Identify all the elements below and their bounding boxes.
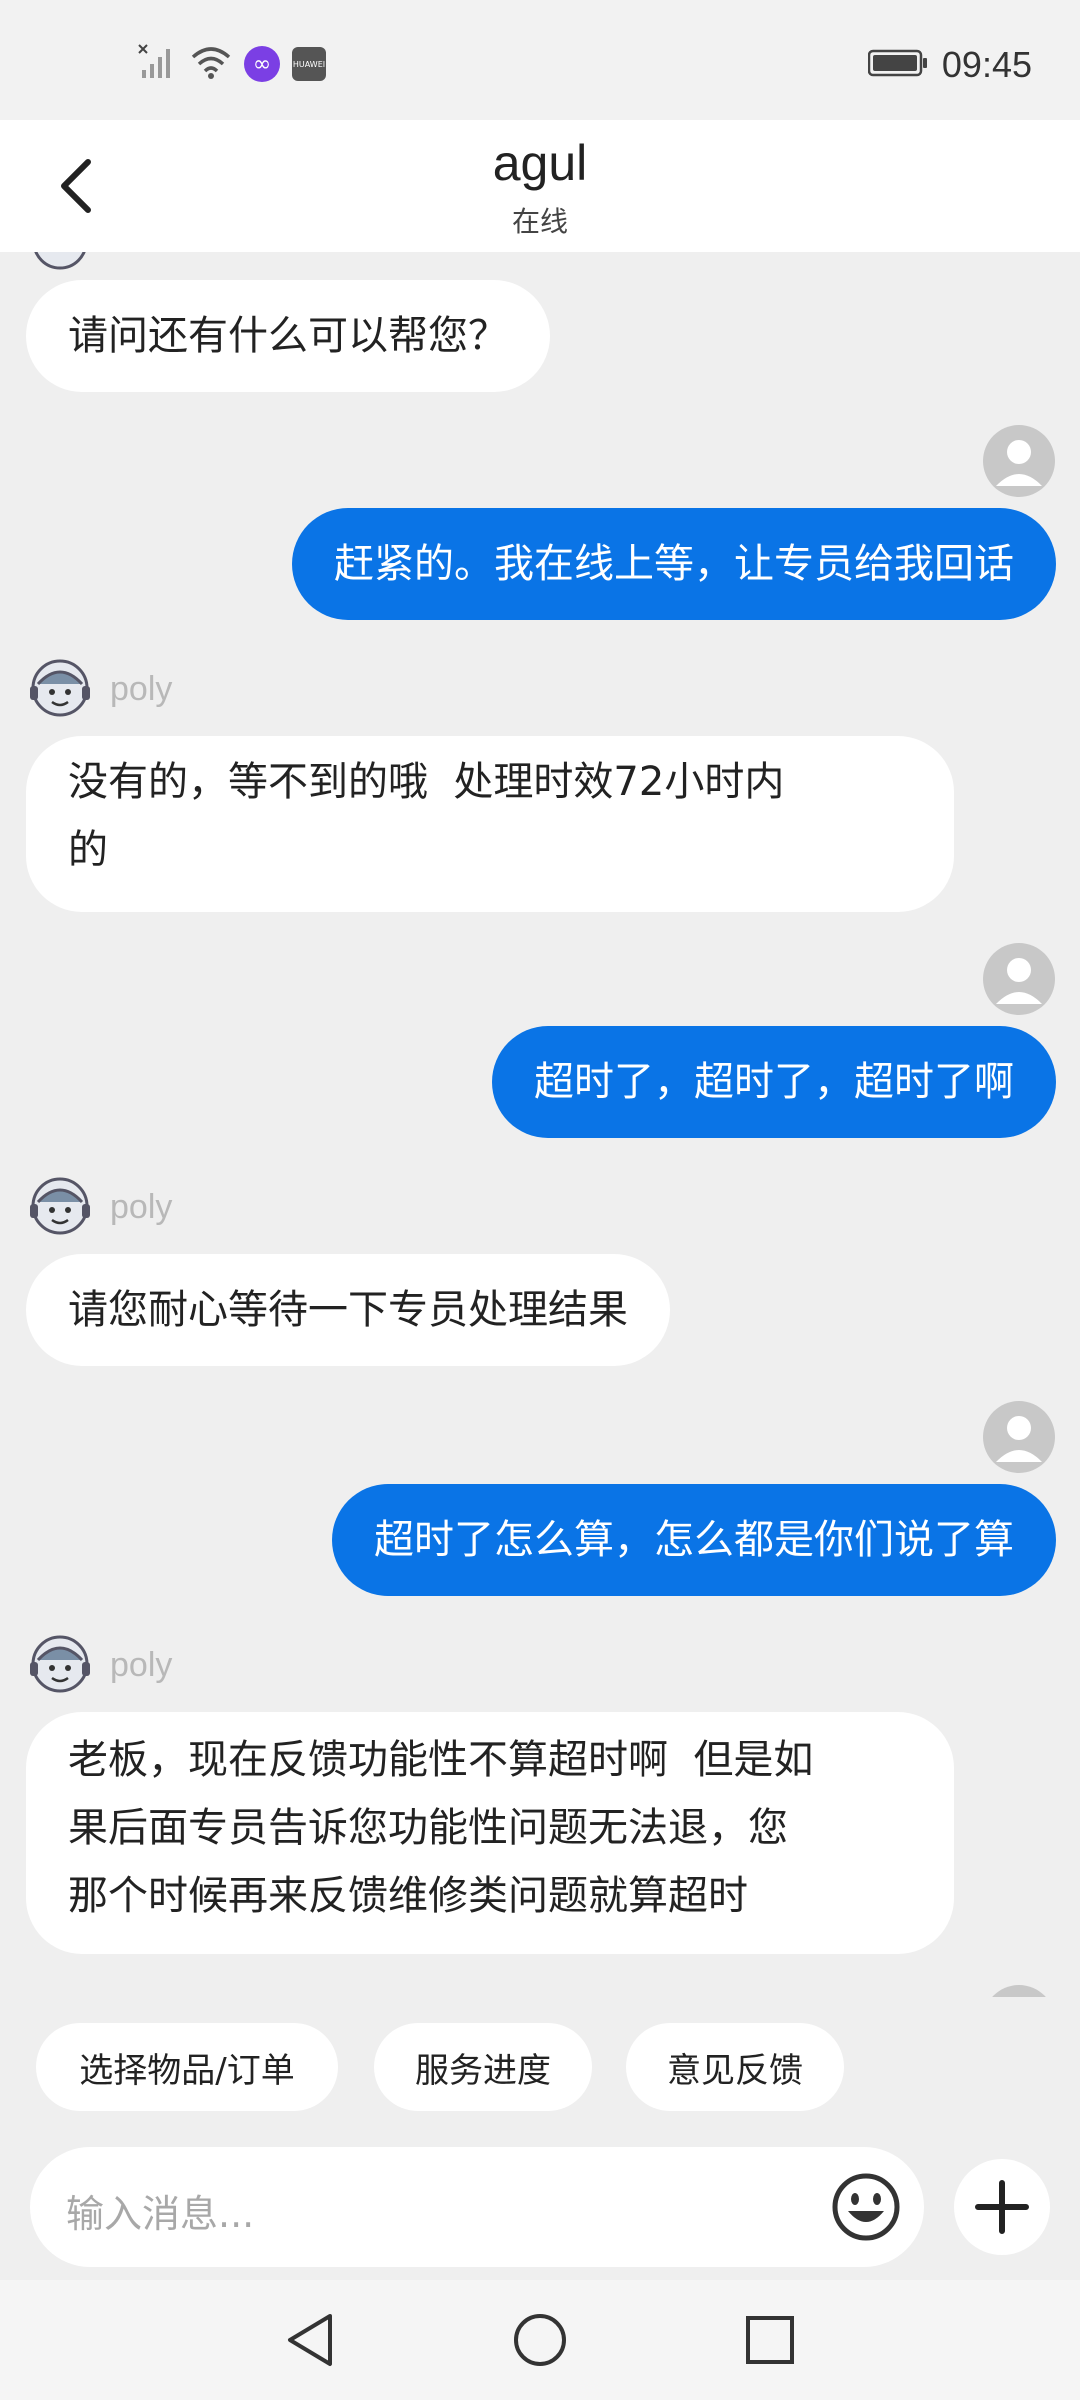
message-line: 果后面专员告诉您功能性问题无法退，您 bbox=[68, 1805, 788, 1851]
message-line: 的 bbox=[68, 827, 108, 873]
signal-off-icon bbox=[138, 44, 178, 84]
message-input[interactable]: 输入消息... bbox=[30, 2147, 924, 2267]
square-recents-icon bbox=[746, 2316, 794, 2364]
agent-message-bubble: 请您耐心等待一下专员处理结果 bbox=[26, 1254, 670, 1366]
message-text: 请问还有什么可以帮您？ bbox=[68, 313, 508, 359]
message-line: 没有的，等不到的哦 处理时效72小时内 bbox=[68, 759, 785, 805]
agent-message-bubble: 请问还有什么可以帮您？ bbox=[26, 280, 550, 392]
input-bar: 输入消息... bbox=[0, 2147, 1080, 2280]
plus-icon bbox=[975, 2180, 1029, 2234]
quick-reply-service-progress[interactable]: 服务进度 bbox=[374, 2023, 592, 2111]
battery-icon bbox=[867, 48, 928, 82]
message-text: 赶紧的。我在线上等，让专员给我回话 bbox=[334, 541, 1014, 587]
chat-header: agul 在线 bbox=[0, 120, 1080, 252]
quick-replies: 选择物品/订单 服务进度 意见反馈 bbox=[0, 1997, 1080, 2147]
agent-message-bubble: 老板，现在反馈功能性不算超时啊 但是如 果后面专员告诉您功能性问题无法退，您 那… bbox=[26, 1712, 954, 1954]
infinity-app-icon: ∞ bbox=[244, 46, 280, 82]
message-text: 请您耐心等待一下专员处理结果 bbox=[68, 1287, 628, 1333]
agent-message-bubble: 没有的，等不到的哦 处理时效72小时内 的 bbox=[26, 736, 954, 912]
agent-name: poly bbox=[110, 670, 173, 708]
nav-recents-button[interactable] bbox=[740, 2310, 800, 2370]
message-line: 老板，现在反馈功能性不算超时啊 但是如 bbox=[68, 1737, 814, 1783]
status-bar: ∞ HUAWEI 09:45 bbox=[0, 0, 1080, 120]
agent-avatar-icon[interactable] bbox=[26, 1172, 94, 1240]
quick-reply-feedback[interactable]: 意见反馈 bbox=[626, 2023, 844, 2111]
user-avatar-icon[interactable] bbox=[982, 942, 1056, 1016]
agent-name: poly bbox=[110, 1646, 173, 1684]
status-icons-right: 09:45 bbox=[867, 44, 1032, 86]
circle-home-icon bbox=[514, 2314, 566, 2366]
quick-reply-select-order[interactable]: 选择物品/订单 bbox=[36, 2023, 338, 2111]
more-options-button[interactable] bbox=[954, 2159, 1050, 2255]
nav-home-button[interactable] bbox=[510, 2310, 570, 2370]
emoji-icon[interactable] bbox=[830, 2171, 902, 2243]
nav-back-button[interactable] bbox=[280, 2310, 340, 2370]
message-text: 超时了怎么算，怎么都是你们说了算 bbox=[374, 1517, 1014, 1563]
agent-avatar-icon[interactable] bbox=[26, 654, 94, 722]
user-message-bubble: 超时了，超时了，超时了啊 bbox=[492, 1026, 1056, 1138]
agent-avatar-icon[interactable] bbox=[26, 1630, 94, 1698]
user-avatar-icon[interactable] bbox=[982, 1400, 1056, 1474]
system-navigation-bar bbox=[0, 2280, 1080, 2400]
clock: 09:45 bbox=[941, 44, 1032, 85]
chat-messages[interactable]: 请问还有什么可以帮您？ 赶紧的。我在线上等，让专员给我回话 poly 没有的，等… bbox=[0, 252, 1080, 1997]
user-avatar-icon[interactable] bbox=[982, 1984, 1056, 1997]
user-message-bubble: 超时了怎么算，怎么都是你们说了算 bbox=[332, 1484, 1056, 1596]
wifi-icon bbox=[190, 45, 232, 83]
user-avatar-icon[interactable] bbox=[982, 424, 1056, 498]
triangle-back-icon bbox=[288, 2314, 332, 2366]
agent-name: poly bbox=[110, 1188, 173, 1226]
agent-avatar-icon bbox=[34, 252, 86, 270]
input-placeholder: 输入消息... bbox=[66, 2192, 255, 2236]
user-message-bubble: 赶紧的。我在线上等，让专员给我回话 bbox=[292, 508, 1056, 620]
message-line: 那个时候再来反馈维修类问题就算超时 bbox=[68, 1873, 748, 1919]
status-icons-left: ∞ HUAWEI bbox=[138, 44, 326, 84]
huawei-app-icon: HUAWEI bbox=[292, 47, 326, 81]
online-status: 在线 bbox=[511, 205, 568, 238]
contact-name: agul bbox=[492, 135, 588, 191]
message-text: 超时了，超时了，超时了啊 bbox=[534, 1059, 1014, 1105]
